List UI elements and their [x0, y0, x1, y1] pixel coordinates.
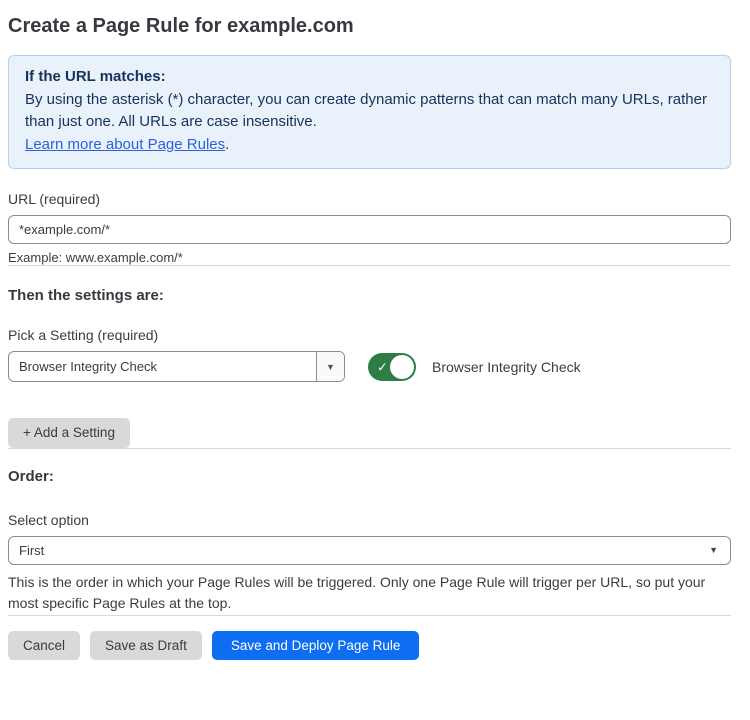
browser-integrity-toggle[interactable]: ✓ [368, 353, 416, 381]
divider [8, 265, 731, 266]
url-field-label: URL (required) [8, 191, 731, 207]
select-option-label: Select option [8, 512, 731, 528]
check-icon: ✓ [377, 360, 388, 373]
toggle-knob [390, 355, 414, 379]
create-page-rule-panel: Create a Page Rule for example.com If th… [0, 0, 750, 660]
url-matches-info-box: If the URL matches: By using the asteris… [8, 55, 731, 169]
toggle-label: Browser Integrity Check [432, 359, 581, 375]
setting-row: Browser Integrity Check ▼ ✓ Browser Inte… [8, 351, 731, 382]
url-example-text: Example: www.example.com/* [8, 250, 731, 265]
add-setting-button[interactable]: + Add a Setting [8, 418, 130, 448]
setting-dropdown-arrow-button[interactable]: ▼ [316, 352, 344, 381]
cancel-button[interactable]: Cancel [8, 631, 80, 661]
info-box-heading: If the URL matches: [25, 66, 714, 89]
setting-dropdown[interactable]: Browser Integrity Check ▼ [8, 351, 345, 382]
footer-actions: Cancel Save as Draft Save and Deploy Pag… [8, 631, 731, 661]
setting-dropdown-value: Browser Integrity Check [9, 352, 316, 381]
url-input[interactable] [8, 215, 731, 244]
settings-section-heading: Then the settings are: [8, 287, 731, 304]
order-select-value: First [19, 543, 44, 558]
save-and-deploy-button[interactable]: Save and Deploy Page Rule [212, 631, 420, 661]
page-title: Create a Page Rule for example.com [8, 14, 731, 38]
info-box-body: By using the asterisk (*) character, you… [25, 89, 714, 134]
order-section-heading: Order: [8, 468, 731, 485]
pick-setting-label: Pick a Setting (required) [8, 327, 731, 343]
link-suffix: . [225, 136, 229, 153]
divider [8, 615, 731, 616]
chevron-down-icon: ▼ [326, 362, 335, 372]
chevron-down-icon: ▼ [709, 545, 718, 555]
divider [8, 448, 731, 449]
order-help-text: This is the order in which your Page Rul… [8, 572, 731, 615]
order-select[interactable]: First ▼ [8, 536, 731, 565]
learn-more-link[interactable]: Learn more about Page Rules [25, 136, 225, 153]
save-as-draft-button[interactable]: Save as Draft [90, 631, 202, 661]
info-box-link-line: Learn more about Page Rules. [25, 134, 714, 157]
